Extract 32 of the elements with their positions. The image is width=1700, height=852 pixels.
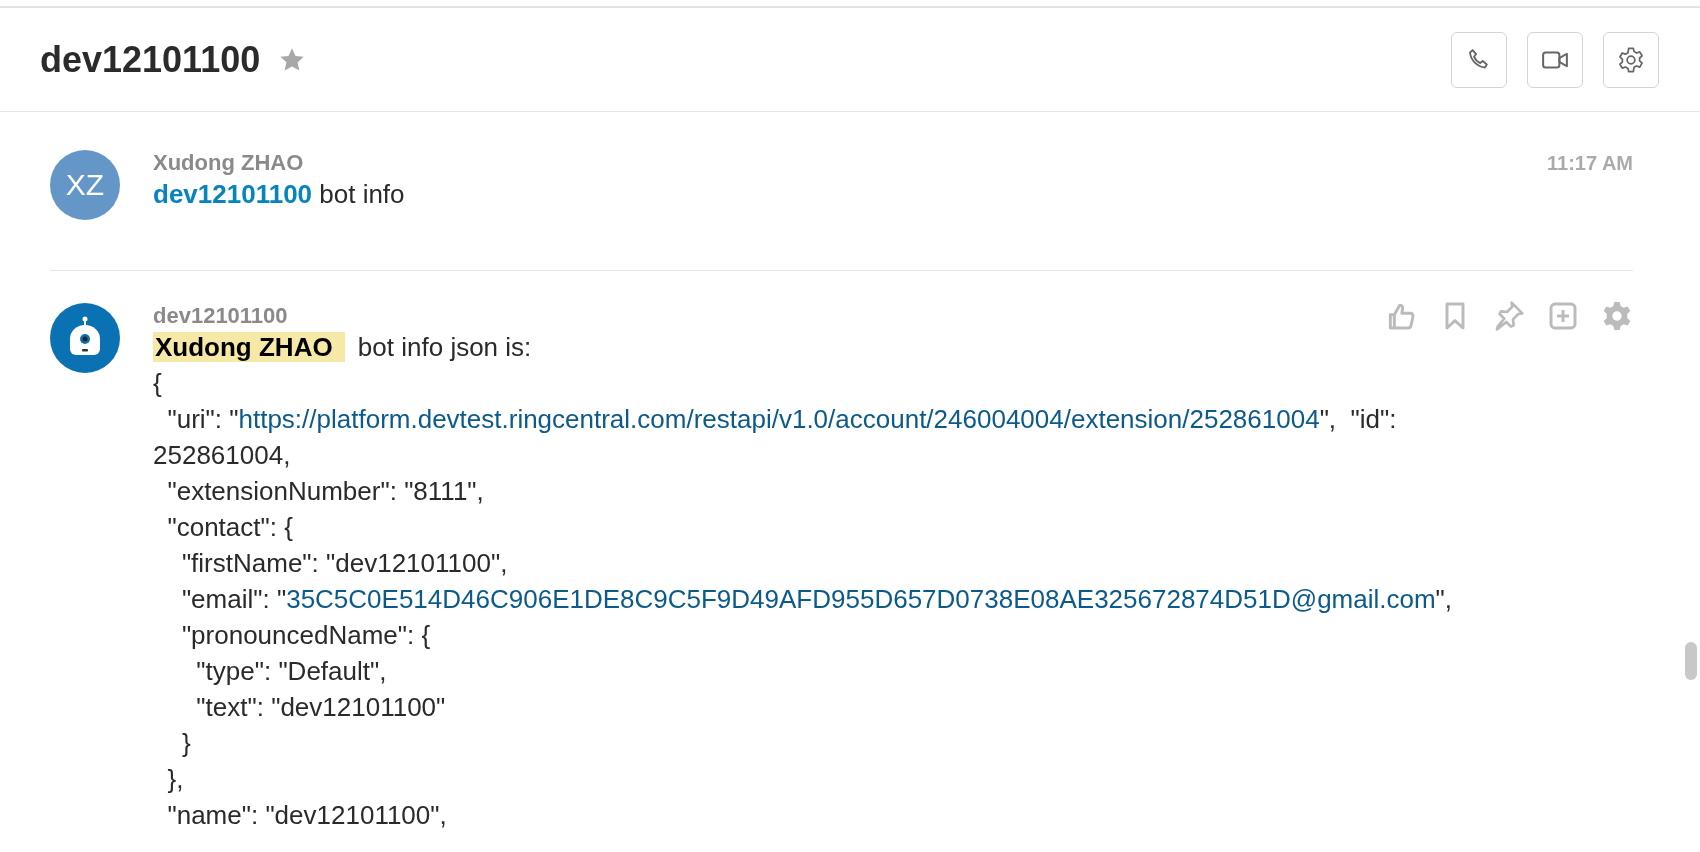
mention-highlight[interactable]: Xudong ZHAO [153, 332, 345, 362]
json-line: } [180, 727, 192, 760]
json-line: }, [166, 763, 185, 796]
message-text: dev12101100 bot info [153, 178, 406, 211]
link[interactable]: https://platform.devtest.ringcentral.com/restapi/v1.0/account/246004004/extension/252861004 [238, 404, 1320, 434]
sender-name: dev12101100 [153, 303, 288, 329]
json-line: "firstName": "dev12101100", [180, 547, 509, 580]
message-text: Xudong ZHAO bot info json is: [153, 331, 533, 364]
json-line: "name": "dev12101100", [166, 799, 448, 832]
phone-button[interactable] [1451, 31, 1507, 88]
json-line: "type": "Default", [195, 655, 388, 688]
settings-button[interactable] [1603, 31, 1659, 88]
json-line: "text": "dev12101100" [195, 691, 447, 724]
json-line: { [153, 367, 163, 400]
settings-icon[interactable] [1601, 300, 1633, 332]
conversation-title: dev12101100 [40, 38, 261, 81]
json-line: "email": "35C5C0E514D46C906E1DE8C9C5F9D49AFD955D657D0738E08AE325672874D51D@gmail.com", [180, 583, 1454, 616]
json-line: "pronouncedName": { [180, 619, 432, 652]
link[interactable]: 35C5C0E514D46C906E1DE8C9C5F9D49AFD955D657D0738E08AE325672874D51D@gmail.com [286, 584, 1436, 614]
scrollbar-thumb[interactable] [1685, 642, 1697, 680]
mention-link[interactable]: dev12101100 [153, 179, 313, 209]
settings-icon [1617, 45, 1645, 74]
video-button[interactable] [1527, 31, 1583, 88]
robot-avatar-icon[interactable] [50, 303, 120, 373]
pin-icon[interactable] [1493, 300, 1525, 332]
json-line: "contact": { [166, 511, 294, 544]
json-line: "uri": "https://platform.devtest.ringcentral.com/restapi/v1.0/account/246004004/extension/252861004", "id": [166, 403, 1398, 436]
message-time: 11:17 AM [1547, 151, 1633, 175]
json-line: "extensionNumber": "8111", [166, 475, 485, 508]
sender-name: Xudong ZHAO [153, 150, 304, 176]
json-line: 252861004, [153, 439, 292, 472]
add-icon[interactable] [1547, 300, 1579, 332]
